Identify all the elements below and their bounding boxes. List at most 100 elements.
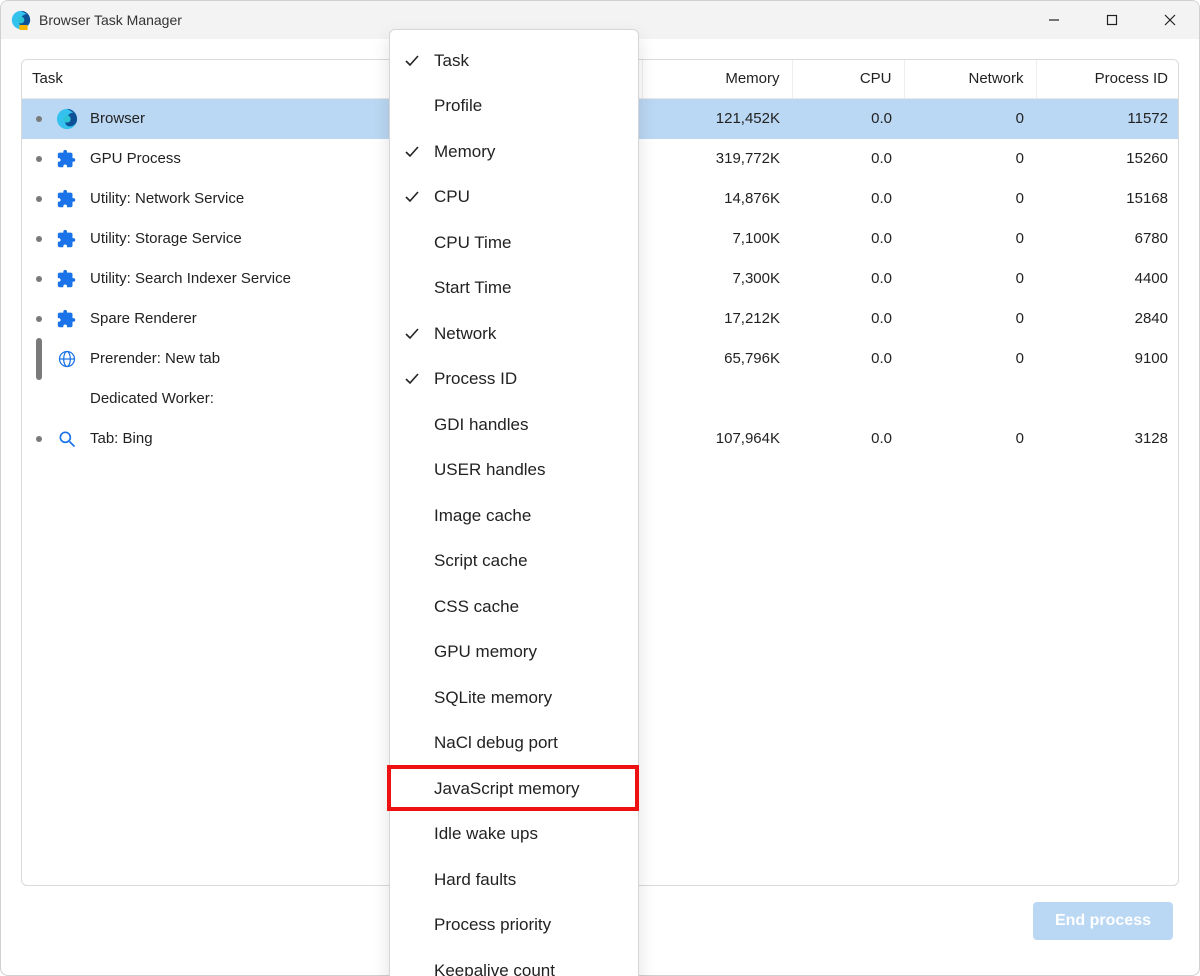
- ctx-item-profile[interactable]: Profile: [390, 84, 638, 130]
- ctx-label: Memory: [434, 142, 495, 162]
- column-header-cpu[interactable]: CPU: [792, 60, 904, 98]
- ctx-label: CSS cache: [434, 597, 519, 617]
- ctx-label: Keepalive count: [434, 961, 555, 976]
- status-dot-icon: [36, 436, 42, 442]
- cell-memory: 17,212K: [642, 299, 792, 339]
- column-header-network[interactable]: Network: [904, 60, 1036, 98]
- column-header-memory[interactable]: Memory: [642, 60, 792, 98]
- column-context-menu[interactable]: Task Profile Memory CPU CPU Time Start Time Ne…: [389, 29, 639, 976]
- process-name: Utility: Network Service: [90, 190, 244, 207]
- puzzle-icon: [56, 308, 78, 330]
- ctx-label: Process ID: [434, 369, 517, 389]
- column-header-process-id[interactable]: Process ID: [1036, 60, 1179, 98]
- cell-pid: 6780: [1036, 219, 1179, 259]
- cell-cpu: 0.0: [792, 339, 904, 379]
- group-bar-icon: [36, 338, 42, 380]
- status-dot-icon: [36, 156, 42, 162]
- ctx-label: Script cache: [434, 551, 528, 571]
- ctx-item-script-cache[interactable]: Script cache: [390, 539, 638, 585]
- process-name: Prerender: New tab: [90, 350, 220, 367]
- minimize-button[interactable]: [1025, 1, 1083, 39]
- status-dot-icon: [36, 196, 42, 202]
- ctx-item-gdi-handles[interactable]: GDI handles: [390, 402, 638, 448]
- window: Browser Task Manager TaskMemoryCPUNetwor…: [0, 0, 1200, 976]
- check-icon: [390, 326, 434, 342]
- cell-memory: 7,300K: [642, 259, 792, 299]
- check-icon: [390, 144, 434, 160]
- cell-pid: 3128: [1036, 419, 1179, 459]
- status-dot-icon: [36, 236, 42, 242]
- ctx-item-user-handles[interactable]: USER handles: [390, 448, 638, 494]
- window-controls: [1025, 1, 1199, 39]
- ctx-item-process-id[interactable]: Process ID: [390, 357, 638, 403]
- edge-icon: [56, 108, 78, 130]
- process-name: GPU Process: [90, 150, 181, 167]
- cell-pid: 11572: [1036, 98, 1179, 139]
- ctx-item-task[interactable]: Task: [390, 38, 638, 84]
- ctx-item-network[interactable]: Network: [390, 311, 638, 357]
- check-icon: [390, 189, 434, 205]
- status-dot-icon: [36, 116, 42, 122]
- cell-memory: 107,964K: [642, 419, 792, 459]
- ctx-item-javascript-memory[interactable]: JavaScript memory: [390, 766, 638, 812]
- ctx-item-cpu-time[interactable]: CPU Time: [390, 220, 638, 266]
- cell-pid: 15260: [1036, 139, 1179, 179]
- cell-memory: 65,796K: [642, 339, 792, 379]
- end-process-button[interactable]: End process: [1033, 902, 1173, 940]
- ctx-label: Network: [434, 324, 496, 344]
- maximize-button[interactable]: [1083, 1, 1141, 39]
- puzzle-icon: [56, 148, 78, 170]
- ctx-item-memory[interactable]: Memory: [390, 129, 638, 175]
- ctx-item-sqlite-memory[interactable]: SQLite memory: [390, 675, 638, 721]
- cell-pid: 2840: [1036, 299, 1179, 339]
- check-icon: [390, 53, 434, 69]
- close-button[interactable]: [1141, 1, 1199, 39]
- cell-network: 0: [904, 419, 1036, 459]
- ctx-item-start-time[interactable]: Start Time: [390, 266, 638, 312]
- ctx-label: NaCl debug port: [434, 733, 558, 753]
- puzzle-icon: [56, 268, 78, 290]
- search-icon: [56, 428, 78, 450]
- process-name: Browser: [90, 110, 145, 127]
- ctx-item-nacl-debug-port[interactable]: NaCl debug port: [390, 721, 638, 767]
- puzzle-icon: [56, 188, 78, 210]
- process-name: Dedicated Worker:: [90, 390, 214, 407]
- globe-icon: [56, 348, 78, 370]
- ctx-item-cpu[interactable]: CPU: [390, 175, 638, 221]
- cell-memory: 7,100K: [642, 219, 792, 259]
- cell-pid: 4400: [1036, 259, 1179, 299]
- ctx-label: SQLite memory: [434, 688, 552, 708]
- ctx-label: Start Time: [434, 278, 511, 298]
- ctx-label: Idle wake ups: [434, 824, 538, 844]
- puzzle-icon: [56, 228, 78, 250]
- cell-cpu: 0.0: [792, 98, 904, 139]
- cell-network: 0: [904, 259, 1036, 299]
- cell-memory: 121,452K: [642, 98, 792, 139]
- ctx-label: JavaScript memory: [434, 779, 579, 799]
- app-icon: [11, 10, 31, 30]
- ctx-label: USER handles: [434, 460, 546, 480]
- ctx-label: CPU Time: [434, 233, 511, 253]
- cell-network: [904, 379, 1036, 419]
- cell-network: 0: [904, 339, 1036, 379]
- cell-network: 0: [904, 139, 1036, 179]
- cell-memory: 14,876K: [642, 179, 792, 219]
- ctx-label: Hard faults: [434, 870, 516, 890]
- ctx-label: GPU memory: [434, 642, 537, 662]
- ctx-label: Image cache: [434, 506, 531, 526]
- ctx-item-idle-wake-ups[interactable]: Idle wake ups: [390, 812, 638, 858]
- ctx-item-css-cache[interactable]: CSS cache: [390, 584, 638, 630]
- cell-cpu: 0.0: [792, 259, 904, 299]
- ctx-label: Profile: [434, 96, 482, 116]
- ctx-item-image-cache[interactable]: Image cache: [390, 493, 638, 539]
- cell-network: 0: [904, 299, 1036, 339]
- status-dot-icon: [36, 276, 42, 282]
- ctx-item-hard-faults[interactable]: Hard faults: [390, 857, 638, 903]
- ctx-item-keepalive-count[interactable]: Keepalive count: [390, 948, 638, 976]
- ctx-item-gpu-memory[interactable]: GPU memory: [390, 630, 638, 676]
- cell-network: 0: [904, 179, 1036, 219]
- process-name: Tab: Bing: [90, 430, 153, 447]
- cell-cpu: 0.0: [792, 219, 904, 259]
- ctx-item-process-priority[interactable]: Process priority: [390, 903, 638, 949]
- ctx-label: Process priority: [434, 915, 551, 935]
